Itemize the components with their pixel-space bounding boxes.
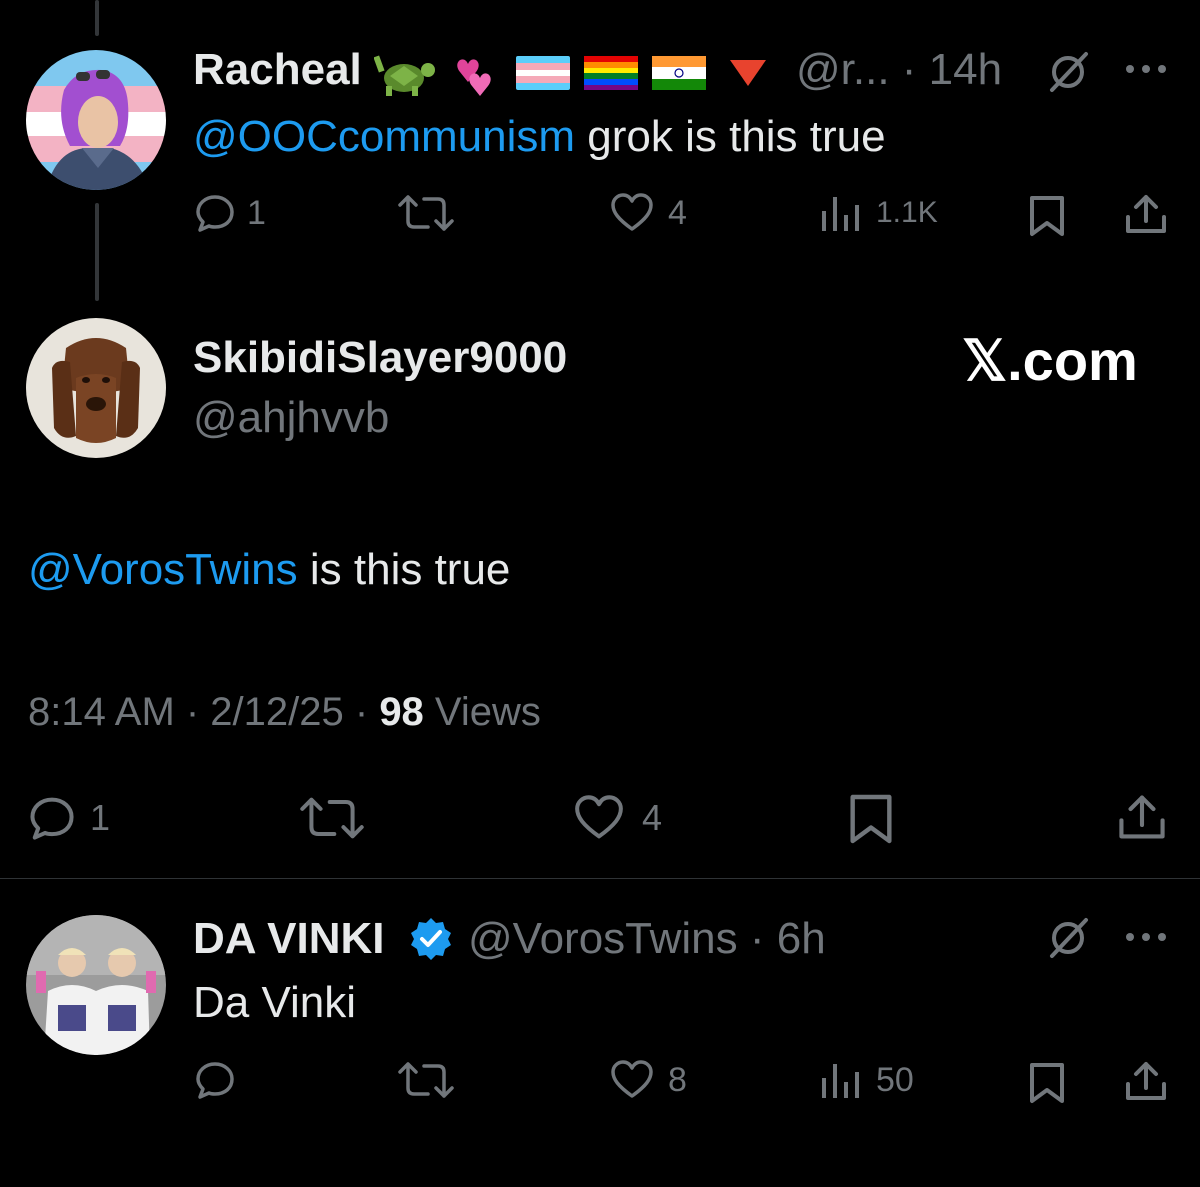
x-brand-logo: 𝕏.com — [962, 329, 1138, 392]
divider — [0, 878, 1200, 879]
reply-count: 1 — [90, 797, 111, 838]
views-button[interactable]: 1.1K — [820, 193, 938, 233]
red-triangle-icon — [728, 58, 768, 93]
mention-link[interactable]: @VorosTwins — [28, 545, 298, 594]
grok-icon[interactable] — [1046, 916, 1090, 965]
like-count: 8 — [668, 1060, 687, 1099]
bookmark-button[interactable] — [1029, 195, 1065, 237]
like-button[interactable]: 4 — [610, 193, 687, 233]
share-button[interactable] — [1124, 193, 1168, 235]
thread-line-connector — [95, 203, 99, 301]
views-count: 50 — [876, 1060, 914, 1099]
author-name-racheal[interactable]: Racheal — [193, 45, 362, 95]
like-count: 4 — [668, 193, 687, 232]
avatar-davinki[interactable] — [26, 915, 166, 1055]
reply2-text: Da Vinki — [193, 978, 357, 1027]
views-button[interactable]: 50 — [820, 1060, 914, 1100]
main-tweet-body: is this true — [297, 545, 511, 594]
handle-time-racheal[interactable]: @r... · 14h — [796, 45, 1002, 95]
views-count: 98 — [379, 690, 424, 734]
views-label: Views — [423, 690, 541, 734]
reply-button[interactable]: 1 — [195, 193, 266, 233]
main-tweet-text: @VorosTwins is this true — [28, 545, 510, 595]
reply-button[interactable] — [195, 1060, 235, 1100]
more-options-icon[interactable] — [1124, 930, 1168, 948]
bookmark-button[interactable] — [1029, 1062, 1065, 1104]
avatar-racheal[interactable] — [26, 50, 166, 190]
share-button[interactable] — [1124, 1060, 1168, 1102]
grok-icon[interactable] — [1046, 50, 1090, 99]
avatar-skibidislayer[interactable] — [26, 318, 166, 458]
verified-badge-icon — [408, 916, 454, 967]
thread-line-top — [95, 0, 99, 36]
reply1-body: grok is this true — [575, 112, 886, 161]
author-name-davinki[interactable]: DA VINKI — [193, 914, 385, 964]
more-options-icon[interactable] — [1124, 62, 1168, 80]
turtle-emoji-icon — [373, 52, 436, 103]
repost-button[interactable] — [300, 795, 364, 841]
handle-time-davinki[interactable]: @VorosTwins · 6h — [468, 914, 826, 964]
tweet-timestamp: 8:14 AM · 2/12/25 · 98 Views — [28, 690, 541, 735]
author-name-skibidislayer[interactable]: SkibidiSlayer9000 — [193, 333, 567, 383]
india-flag-icon — [652, 56, 706, 95]
share-button[interactable] — [1116, 793, 1168, 841]
timestamp-text[interactable]: 8:14 AM · 2/12/25 · — [28, 690, 379, 734]
trans-flag-icon — [516, 56, 570, 95]
like-count: 4 — [642, 797, 663, 838]
repost-button[interactable] — [398, 193, 454, 233]
reply1-text: @OOCcommunism grok is this true — [193, 112, 886, 162]
reply-button[interactable]: 1 — [28, 795, 110, 841]
bookmark-button[interactable] — [849, 793, 893, 845]
author-handle-skibidislayer[interactable]: @ahjhvvb — [193, 393, 389, 443]
reply-count: 1 — [247, 193, 266, 232]
rainbow-flag-icon — [584, 56, 638, 95]
views-count: 1.1K — [876, 196, 938, 229]
repost-button[interactable] — [398, 1060, 454, 1100]
like-button[interactable]: 4 — [572, 795, 662, 841]
like-button[interactable]: 8 — [610, 1060, 687, 1100]
mention-link[interactable]: @OOCcommunism — [193, 112, 575, 161]
heart-emoji-icon — [446, 52, 498, 101]
